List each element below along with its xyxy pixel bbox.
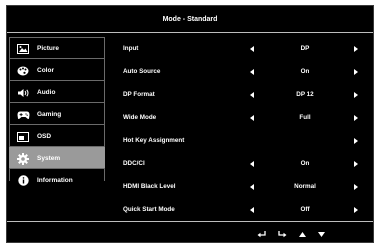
setting-row-auto-source[interactable]: Auto Source On [117, 60, 369, 83]
right-arrow-icon[interactable] [353, 183, 359, 191]
up-arrow-icon[interactable] [297, 229, 307, 239]
setting-label: Auto Source [123, 68, 161, 75]
palette-icon [15, 64, 31, 78]
setting-value: Full [299, 114, 311, 121]
setting-row-hot-key-assignment[interactable]: Hot Key Assignment [117, 129, 369, 152]
setting-row-input[interactable]: Input DP [117, 37, 369, 60]
setting-row-hdmi-black-level[interactable]: HDMI Black Level Normal [117, 175, 369, 198]
left-arrow-icon[interactable] [249, 183, 255, 191]
sidebar-item-osd[interactable]: OSD [9, 125, 105, 147]
setting-row-ddc-ci[interactable]: DDC/CI On [117, 152, 369, 175]
sidebar-item-label: Information [37, 176, 73, 184]
osd-window-icon [15, 130, 31, 144]
right-arrow-icon[interactable] [353, 91, 359, 99]
sidebar-item-gaming[interactable]: Gaming [9, 103, 105, 125]
right-arrow-icon[interactable] [353, 137, 359, 145]
sidebar-item-label: Color [37, 67, 54, 74]
sidebar-item-system[interactable]: System [9, 147, 105, 169]
right-arrow-icon[interactable] [353, 45, 359, 53]
setting-label: Hot Key Assignment [123, 137, 185, 144]
setting-row-dp-format[interactable]: DP Format DP 12 [117, 83, 369, 106]
mode-title: Mode - Standard [162, 15, 218, 23]
setting-label: DP Format [123, 91, 155, 98]
left-arrow-icon[interactable] [249, 114, 255, 122]
left-arrow-icon[interactable] [249, 45, 255, 53]
sidebar-item-audio[interactable]: Audio [9, 81, 105, 103]
gamepad-icon [15, 108, 31, 122]
right-arrow-icon[interactable] [353, 160, 359, 168]
sidebar-item-information[interactable]: Information [9, 169, 105, 191]
navigation-keys [7, 229, 373, 239]
info-icon [15, 173, 31, 187]
down-arrow-icon[interactable] [316, 229, 326, 239]
setting-label: Wide Mode [123, 114, 157, 121]
sidebar-item-label: OSD [37, 133, 52, 140]
sidebar-item-color[interactable]: Color [9, 59, 105, 81]
sidebar-item-picture[interactable]: Picture [9, 37, 105, 59]
setting-label: Quick Start Mode [123, 206, 175, 213]
title-divider [7, 32, 373, 33]
right-arrow-icon[interactable] [353, 68, 359, 76]
sidebar-item-label: Gaming [37, 111, 62, 118]
setting-label: DDC/CI [123, 160, 145, 167]
left-arrow-icon[interactable] [249, 160, 255, 168]
setting-row-wide-mode[interactable]: Wide Mode Full [117, 106, 369, 129]
osd-menu: Mode - Standard Picture Color Audio Gami… [6, 5, 374, 243]
left-arrow-icon[interactable] [249, 206, 255, 214]
left-arrow-icon[interactable] [249, 91, 255, 99]
settings-list: Input DP Auto Source On DP Format DP 12 … [117, 37, 369, 221]
sidebar: Picture Color Audio Gaming OSD System In… [9, 37, 105, 191]
speaker-icon [15, 86, 31, 100]
enter-icon[interactable] [277, 229, 287, 239]
bottom-divider [7, 221, 373, 222]
setting-label: Input [123, 45, 139, 52]
setting-label: HDMI Black Level [123, 183, 176, 190]
picture-icon [15, 42, 31, 56]
left-arrow-icon[interactable] [249, 68, 255, 76]
setting-value: On [300, 160, 310, 167]
setting-value: DP 12 [296, 91, 314, 98]
setting-value: On [300, 68, 310, 75]
sidebar-item-label: Picture [37, 45, 60, 52]
right-arrow-icon[interactable] [353, 114, 359, 122]
gear-icon [15, 152, 31, 166]
sidebar-item-label: System [37, 155, 61, 162]
setting-value: Normal [294, 183, 316, 190]
setting-row-quick-start-mode[interactable]: Quick Start Mode Off [117, 198, 369, 221]
return-icon[interactable] [256, 229, 266, 239]
right-arrow-icon[interactable] [353, 206, 359, 214]
setting-value: DP [300, 45, 310, 52]
sidebar-item-label: Audio [37, 89, 56, 96]
setting-value: Off [300, 206, 310, 213]
